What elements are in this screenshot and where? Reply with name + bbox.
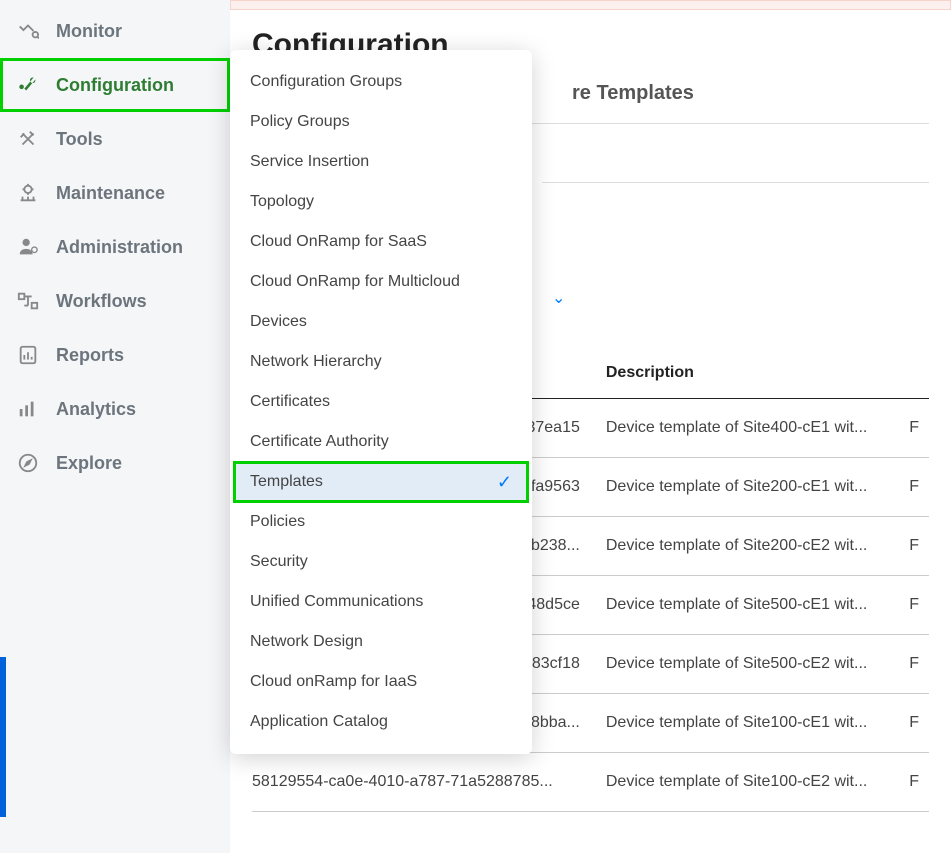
cell-description: Device template of Site100-cE1 wit... — [596, 694, 899, 753]
submenu-item-templates[interactable]: Templates ✓ — [234, 462, 528, 502]
cell-description: Device template of Site200-cE2 wit... — [596, 517, 899, 576]
alert-banner — [230, 0, 951, 10]
submenu-item-application-catalog[interactable]: Application Catalog — [230, 702, 532, 742]
sidebar-item-explore[interactable]: Explore — [0, 436, 230, 490]
sidebar-label: Tools — [56, 129, 103, 150]
sidebar-label: Configuration — [56, 75, 174, 96]
sidebar-label: Monitor — [56, 21, 122, 42]
expand-section[interactable]: ⌄ — [552, 288, 929, 318]
submenu-item-network-hierarchy[interactable]: Network Hierarchy — [230, 342, 532, 382]
sidebar-item-reports[interactable]: Reports — [0, 328, 230, 382]
sidebar-item-configuration[interactable]: Configuration — [0, 58, 230, 112]
divider — [542, 182, 929, 183]
submenu-item-certificate-authority[interactable]: Certificate Authority — [230, 422, 532, 462]
cell-id: 58129554-ca0e-4010-a787-71a5288785... — [252, 753, 596, 812]
cell-last: F — [899, 576, 929, 635]
submenu-item-network-design[interactable]: Network Design — [230, 622, 532, 662]
chevron-down-icon: ⌄ — [552, 290, 565, 307]
sidebar-item-monitor[interactable]: Monitor — [0, 4, 230, 58]
submenu-item-policy-groups[interactable]: Policy Groups — [230, 102, 532, 142]
submenu-item-unified-communications[interactable]: Unified Communications — [230, 582, 532, 622]
cell-description: Device template of Site400-cE1 wit... — [596, 399, 899, 458]
sidebar-item-tools[interactable]: Tools — [0, 112, 230, 166]
submenu-item-configuration-groups[interactable]: Configuration Groups — [230, 62, 532, 102]
wrench-icon — [16, 73, 40, 97]
cell-last: F — [899, 458, 929, 517]
sidebar-item-workflows[interactable]: Workflows — [0, 274, 230, 328]
submenu-item-policies[interactable]: Policies — [230, 502, 532, 542]
sidebar-label: Administration — [56, 237, 183, 258]
table-row[interactable]: 58129554-ca0e-4010-a787-71a5288785... De… — [252, 753, 929, 812]
cell-last: F — [899, 753, 929, 812]
sidebar-label: Workflows — [56, 291, 147, 312]
table-header-description[interactable]: Description — [596, 348, 899, 399]
cell-description: Device template of Site500-cE2 wit... — [596, 635, 899, 694]
submenu-item-cloud-onramp-multicloud[interactable]: Cloud OnRamp for Multicloud — [230, 262, 532, 302]
cell-last: F — [899, 399, 929, 458]
submenu-item-security[interactable]: Security — [230, 542, 532, 582]
cell-last: F — [899, 694, 929, 753]
cell-last: F — [899, 635, 929, 694]
submenu-item-devices[interactable]: Devices — [230, 302, 532, 342]
submenu-item-certificates[interactable]: Certificates — [230, 382, 532, 422]
sidebar: Monitor Configuration Tools Maintenance … — [0, 0, 230, 853]
submenu-item-cloud-onramp-saas[interactable]: Cloud OnRamp for SaaS — [230, 222, 532, 262]
cell-description: Device template of Site200-cE1 wit... — [596, 458, 899, 517]
cell-last: F — [899, 517, 929, 576]
reports-icon — [16, 343, 40, 367]
workflows-icon — [16, 289, 40, 313]
cell-description: Device template of Site100-cE2 wit... — [596, 753, 899, 812]
sidebar-item-maintenance[interactable]: Maintenance — [0, 166, 230, 220]
table-header-last[interactable] — [899, 348, 929, 399]
submenu-item-cloud-onramp-iaas[interactable]: Cloud onRamp for IaaS — [230, 662, 532, 702]
sidebar-label: Reports — [56, 345, 124, 366]
sidebar-label: Analytics — [56, 399, 136, 420]
sidebar-item-analytics[interactable]: Analytics — [0, 382, 230, 436]
submenu-item-topology[interactable]: Topology — [230, 182, 532, 222]
analytics-icon — [16, 397, 40, 421]
compass-icon — [16, 451, 40, 475]
check-icon: ✓ — [497, 472, 512, 493]
sidebar-label: Maintenance — [56, 183, 165, 204]
configuration-submenu: Configuration Groups Policy Groups Servi… — [230, 50, 532, 754]
cell-description: Device template of Site500-cE1 wit... — [596, 576, 899, 635]
sidebar-item-administration[interactable]: Administration — [0, 220, 230, 274]
maintenance-icon — [16, 181, 40, 205]
tools-icon — [16, 127, 40, 151]
sidebar-label: Explore — [56, 453, 122, 474]
sidebar-accent — [0, 657, 6, 817]
submenu-item-service-insertion[interactable]: Service Insertion — [230, 142, 532, 182]
admin-icon — [16, 235, 40, 259]
monitor-icon — [16, 19, 40, 43]
